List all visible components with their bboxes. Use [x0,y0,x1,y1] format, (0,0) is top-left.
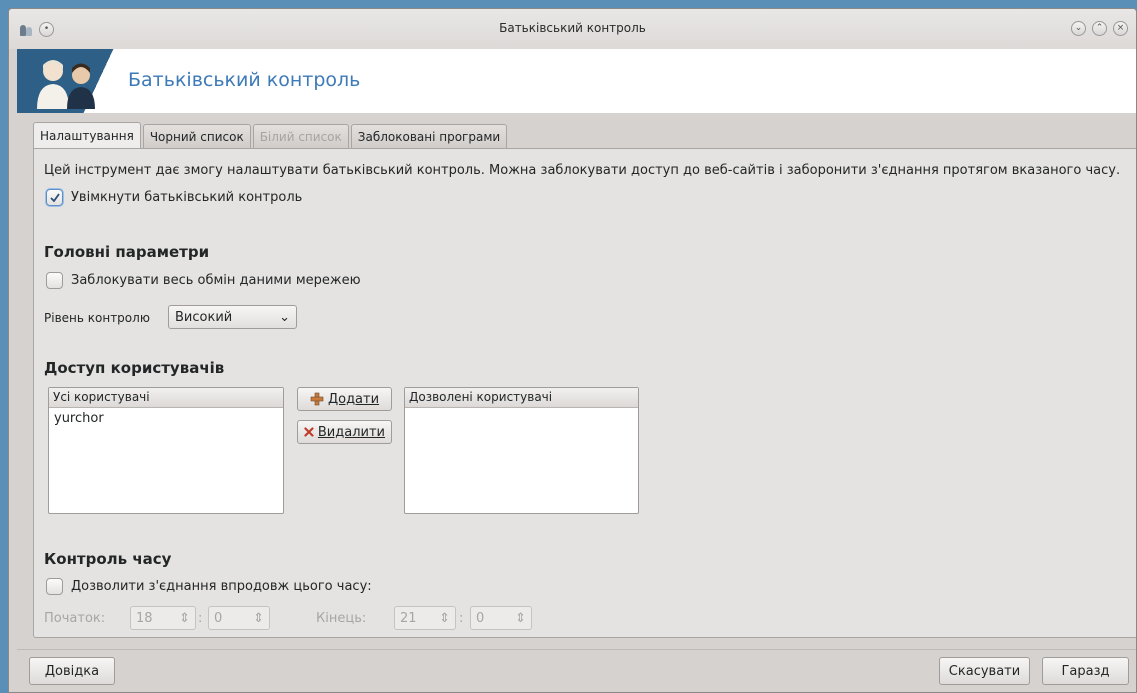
end-hour-value: 21 [400,610,417,626]
allowed-users-list[interactable]: Дозволені користувачі [404,387,639,514]
end-hour-spinbox: 21 ⇕ [394,606,456,630]
start-separator: : [198,611,203,626]
tab-settings[interactable]: Налаштування [33,122,141,149]
banner-title: Батьківський контроль [128,69,361,91]
app-window: • Батьківський контроль ⌄ ⌃ × Батьківськ… [8,8,1137,693]
add-user-label: Додати [327,391,380,407]
remove-x-icon [304,427,314,437]
user-access-heading: Доступ користувачів [44,359,225,377]
remove-user-button[interactable]: Видалити [297,420,392,444]
tab-blocked-programs[interactable]: Заблоковані програми [350,124,508,149]
add-user-button[interactable]: Додати [297,387,392,411]
tab-whitelist: Білий список [252,124,349,149]
close-icon[interactable]: × [1113,21,1128,36]
ok-button[interactable]: Гаразд [1042,657,1129,685]
banner: Батьківський контроль [17,49,1136,113]
cancel-button[interactable]: Скасувати [939,657,1030,685]
block-all-checkbox[interactable] [46,272,63,289]
footer-divider [17,649,1136,650]
end-label: Кінець: [316,611,367,626]
start-hour-spinbox: 18 ⇕ [130,606,196,630]
end-separator: : [459,611,464,626]
enable-checkbox[interactable] [46,189,63,206]
allow-time-row[interactable]: Дозволити з'єднання впродовж цього часу: [46,578,372,595]
end-minute-spinbox: 0 ⇕ [470,606,532,630]
window-title: Батьківський контроль [499,21,646,35]
allowed-users-header[interactable]: Дозволені користувачі [405,388,638,408]
title-bar[interactable]: • Батьківський контроль ⌄ ⌃ × [9,9,1136,49]
spin-arrows-icon: ⇕ [253,610,264,626]
spin-arrows-icon: ⇕ [515,610,526,626]
checkmark-icon [49,192,60,202]
maximize-icon[interactable]: ⌃ [1092,21,1107,36]
tab-bar: Налаштування Чорний список Білий список … [33,122,508,149]
main-params-heading: Головні параметри [44,243,210,261]
spin-arrows-icon: ⇕ [439,610,450,626]
time-control-heading: Контроль часу [44,550,172,568]
enable-row[interactable]: Увімкнути батьківський контроль [46,189,302,206]
start-label: Початок: [44,611,106,626]
all-users-header[interactable]: Усі користувачі [49,388,283,408]
end-minute-value: 0 [476,610,485,626]
block-all-row[interactable]: Заблокувати весь обмін даними мережею [46,272,361,289]
start-minute-spinbox: 0 ⇕ [208,606,270,630]
enable-label: Увімкнути батьківський контроль [71,190,303,205]
help-button[interactable]: Довідка [29,657,115,685]
spin-arrows-icon: ⇕ [179,610,190,626]
level-label: Рівень контролю [44,311,150,325]
remove-user-label: Видалити [317,424,385,440]
parental-control-icon [17,49,121,113]
allow-time-label: Дозволити з'єднання впродовж цього часу: [71,579,372,594]
plus-icon [310,392,324,406]
chevron-down-icon: ⌄ [279,309,290,325]
block-all-label: Заблокувати весь обмін даними мережею [71,273,361,288]
description-text: Цей інструмент дає змогу налаштувати бат… [44,163,1121,178]
level-combo[interactable]: Високий ⌄ [168,305,297,329]
level-value: Високий [175,309,233,325]
start-minute-value: 0 [214,610,223,626]
all-users-list[interactable]: Усі користувачі yurchor [48,387,284,514]
minimize-icon[interactable]: ⌄ [1071,21,1086,36]
list-item[interactable]: yurchor [49,408,283,429]
settings-panel: Цей інструмент дає змогу налаштувати бат… [33,148,1136,638]
tab-blacklist[interactable]: Чорний список [142,124,251,149]
allow-time-checkbox[interactable] [46,578,63,595]
start-hour-value: 18 [136,610,153,626]
